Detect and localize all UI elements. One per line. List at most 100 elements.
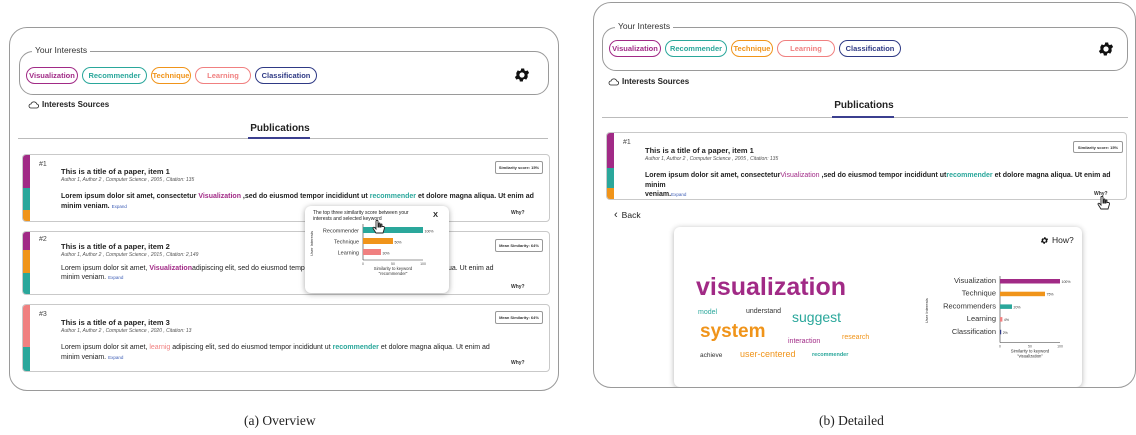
tick-label: 100 bbox=[420, 262, 426, 266]
gear-icon bbox=[1040, 236, 1049, 244]
interest-chips: Visualization Recommender Technique Lear… bbox=[609, 40, 901, 57]
chip-classification[interactable]: Classification bbox=[839, 40, 901, 57]
chip-recommender[interactable]: Recommender bbox=[82, 67, 147, 84]
bar-value-label: 2% bbox=[1003, 331, 1008, 335]
cloud-word[interactable]: system bbox=[700, 321, 766, 343]
gear-icon[interactable] bbox=[1097, 40, 1115, 58]
detailed-panel: Your Interests Visualization Recommender… bbox=[593, 2, 1136, 388]
stripe-visualization bbox=[23, 232, 30, 250]
keyword-learning[interactable]: learnig bbox=[149, 344, 170, 351]
cloud-word[interactable]: suggest bbox=[792, 309, 841, 325]
keyword-recommender[interactable]: recommender bbox=[333, 344, 379, 351]
bar-category-label: Learning bbox=[967, 314, 996, 323]
keyword-visualization[interactable]: Visualization bbox=[149, 265, 192, 272]
chip-visualization[interactable]: Visualization bbox=[609, 40, 661, 57]
why-button[interactable]: Why? bbox=[511, 360, 525, 366]
bar bbox=[1000, 329, 1002, 335]
item-meta: Author 1, Author 2 , Computer Science , … bbox=[61, 328, 192, 334]
cloud-word[interactable]: model bbox=[698, 309, 717, 316]
bar-category-label: Technique bbox=[334, 240, 359, 246]
bar bbox=[363, 238, 393, 244]
chip-technique[interactable]: Technique bbox=[151, 67, 191, 84]
stripe-technique bbox=[607, 188, 614, 199]
interests-sources[interactable]: Interests Sources bbox=[608, 77, 689, 86]
publication-card-1[interactable]: #1 This is a title of a paper, item 1 Au… bbox=[22, 154, 550, 222]
publication-card-3[interactable]: #3 This is a title of a paper, item 3 Au… bbox=[22, 304, 550, 372]
publications-tab[interactable]: Publications bbox=[240, 123, 320, 134]
interests-sources[interactable]: Interests Sources bbox=[28, 100, 109, 109]
stripe-recommender bbox=[23, 347, 30, 371]
abstract-text: Lorem ipsum dolor sit amet, bbox=[61, 265, 150, 272]
item-title[interactable]: This is a title of a paper, item 3 bbox=[61, 318, 170, 327]
cloud-word[interactable]: user-centered bbox=[740, 349, 796, 359]
chip-learning[interactable]: Learning bbox=[777, 40, 835, 57]
item-abstract: Lorem ipsum dolor sit amet, learnig adip… bbox=[61, 343, 521, 362]
item-abstract: Lorem ipsum dolor sit amet, consecteturV… bbox=[645, 171, 1125, 199]
keyword-recommender[interactable]: recommender bbox=[370, 193, 416, 200]
stripe-visualization bbox=[23, 155, 30, 188]
caption-detailed: (b) Detailed bbox=[819, 413, 884, 428]
chip-recommender[interactable]: Recommender bbox=[665, 40, 727, 57]
why-button[interactable]: Why? bbox=[511, 284, 525, 290]
interests-sources-label: Interests Sources bbox=[42, 100, 110, 109]
bar-value-label: 20% bbox=[1014, 305, 1021, 309]
chevron-left-icon: ‹ bbox=[614, 209, 618, 221]
keyword-visualization[interactable]: Visualization bbox=[780, 172, 819, 179]
cloud-word[interactable]: research bbox=[842, 334, 869, 341]
interests-legend: Your Interests bbox=[32, 45, 91, 55]
bar-value-label: 75% bbox=[1047, 293, 1054, 297]
how-button[interactable]: How? bbox=[1040, 235, 1074, 245]
publication-card-2[interactable]: #2 This is a title of a paper, item 2 Au… bbox=[22, 231, 550, 295]
abstract-text: minim veniam. bbox=[61, 274, 107, 281]
expand-link[interactable]: Expand bbox=[112, 204, 127, 209]
item-title[interactable]: This is a title of a paper, item 1 bbox=[61, 167, 170, 176]
bar-category-label: Technique bbox=[962, 289, 996, 298]
abstract-text: Lorem ipsum dolor sit amet, consectetur bbox=[61, 193, 199, 200]
cloud-word[interactable]: visualization bbox=[696, 273, 846, 302]
popup-heading: The top three similarity score between y… bbox=[313, 210, 409, 222]
keyword-recommender[interactable]: recommender bbox=[946, 172, 992, 179]
gear-icon[interactable] bbox=[513, 66, 531, 84]
cloud-icon bbox=[28, 100, 39, 108]
interest-chips: Visualization Recommender Technique Lear… bbox=[26, 67, 317, 84]
back-button[interactable]: ‹ Back bbox=[614, 209, 641, 221]
why-button[interactable]: Why? bbox=[511, 210, 525, 216]
x-axis-label: "recommender" bbox=[379, 271, 408, 276]
similarity-score-button[interactable]: Mean Similarity: 64% bbox=[495, 311, 543, 324]
stripe-learning bbox=[23, 305, 30, 347]
back-label: Back bbox=[621, 210, 641, 220]
expand-link[interactable]: Expand bbox=[671, 192, 686, 197]
close-icon[interactable]: X bbox=[433, 210, 438, 219]
item-title[interactable]: This is a title of a paper, item 2 bbox=[61, 242, 170, 251]
abstract-text: veniam. bbox=[645, 191, 672, 198]
cloud-word[interactable]: interaction bbox=[788, 338, 820, 345]
caption-overview: (a) Overview bbox=[244, 413, 316, 428]
similarity-score-button[interactable]: Similarity score: 15% bbox=[495, 161, 543, 174]
chip-classification[interactable]: Classification bbox=[255, 67, 317, 84]
keyword-visualization[interactable]: Visualization bbox=[198, 193, 241, 200]
bar-category-label: Classification bbox=[952, 327, 996, 336]
publications-tab-underline bbox=[832, 116, 894, 118]
chip-learning[interactable]: Learning bbox=[195, 67, 251, 84]
abstract-text: Lorem ipsum dolor sit amet, bbox=[61, 344, 150, 351]
cloud-word[interactable]: understand bbox=[746, 308, 781, 315]
similarity-score-button[interactable]: Mean Similarity: 64% bbox=[495, 239, 543, 252]
cloud-word[interactable]: recommender bbox=[812, 352, 848, 358]
how-label: How? bbox=[1052, 235, 1074, 245]
similarity-score-button[interactable]: Similarity score: 15% bbox=[1073, 141, 1123, 153]
publications-tab[interactable]: Publications bbox=[824, 100, 904, 111]
chip-visualization[interactable]: Visualization bbox=[26, 67, 78, 84]
publication-card-1[interactable]: #1 This is a title of a paper, item 1 Au… bbox=[606, 132, 1127, 200]
interests-legend: Your Interests bbox=[615, 21, 674, 31]
bar-value-label: 4% bbox=[1004, 318, 1009, 322]
stripe-technique bbox=[23, 210, 30, 221]
chip-technique[interactable]: Technique bbox=[731, 40, 773, 57]
item-abstract-tail: ua. Ut enim ad bbox=[448, 265, 494, 272]
cloud-icon bbox=[608, 77, 619, 85]
item-number: #1 bbox=[623, 139, 631, 146]
detail-card: How? visualization model understand sugg… bbox=[674, 227, 1082, 387]
item-title[interactable]: This is a title of a paper, item 1 bbox=[645, 146, 754, 155]
cloud-word[interactable]: achieve bbox=[700, 352, 722, 359]
expand-link[interactable]: Expand bbox=[108, 275, 123, 280]
expand-link[interactable]: Expand bbox=[108, 355, 123, 360]
